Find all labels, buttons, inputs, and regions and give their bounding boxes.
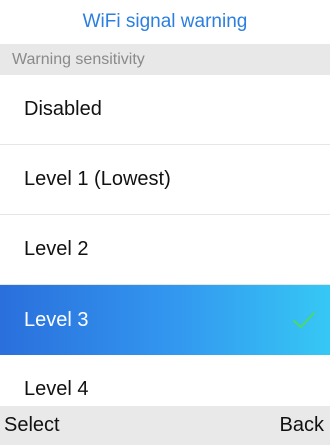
option-label: Disabled [24, 98, 102, 120]
section-header: Warning sensitivity [0, 44, 330, 75]
option-disabled[interactable]: Disabled [0, 75, 330, 145]
option-label: Level 2 [24, 238, 89, 260]
option-level-3[interactable]: Level 3 [0, 285, 330, 355]
option-label: Level 4 [24, 378, 89, 400]
option-label: Level 3 [24, 308, 89, 331]
option-level-4[interactable]: Level 4 [0, 355, 330, 406]
options-list: Disabled Level 1 (Lowest) Level 2 Level … [0, 75, 330, 406]
option-level-1[interactable]: Level 1 (Lowest) [0, 145, 330, 215]
select-softkey[interactable]: Select [4, 414, 60, 437]
option-label: Level 1 (Lowest) [24, 168, 171, 190]
check-icon [293, 312, 315, 328]
softkey-bar: Select Back [0, 406, 330, 445]
back-softkey[interactable]: Back [280, 414, 324, 437]
page-title: WiFi signal warning [0, 0, 330, 44]
option-level-2[interactable]: Level 2 [0, 215, 330, 285]
